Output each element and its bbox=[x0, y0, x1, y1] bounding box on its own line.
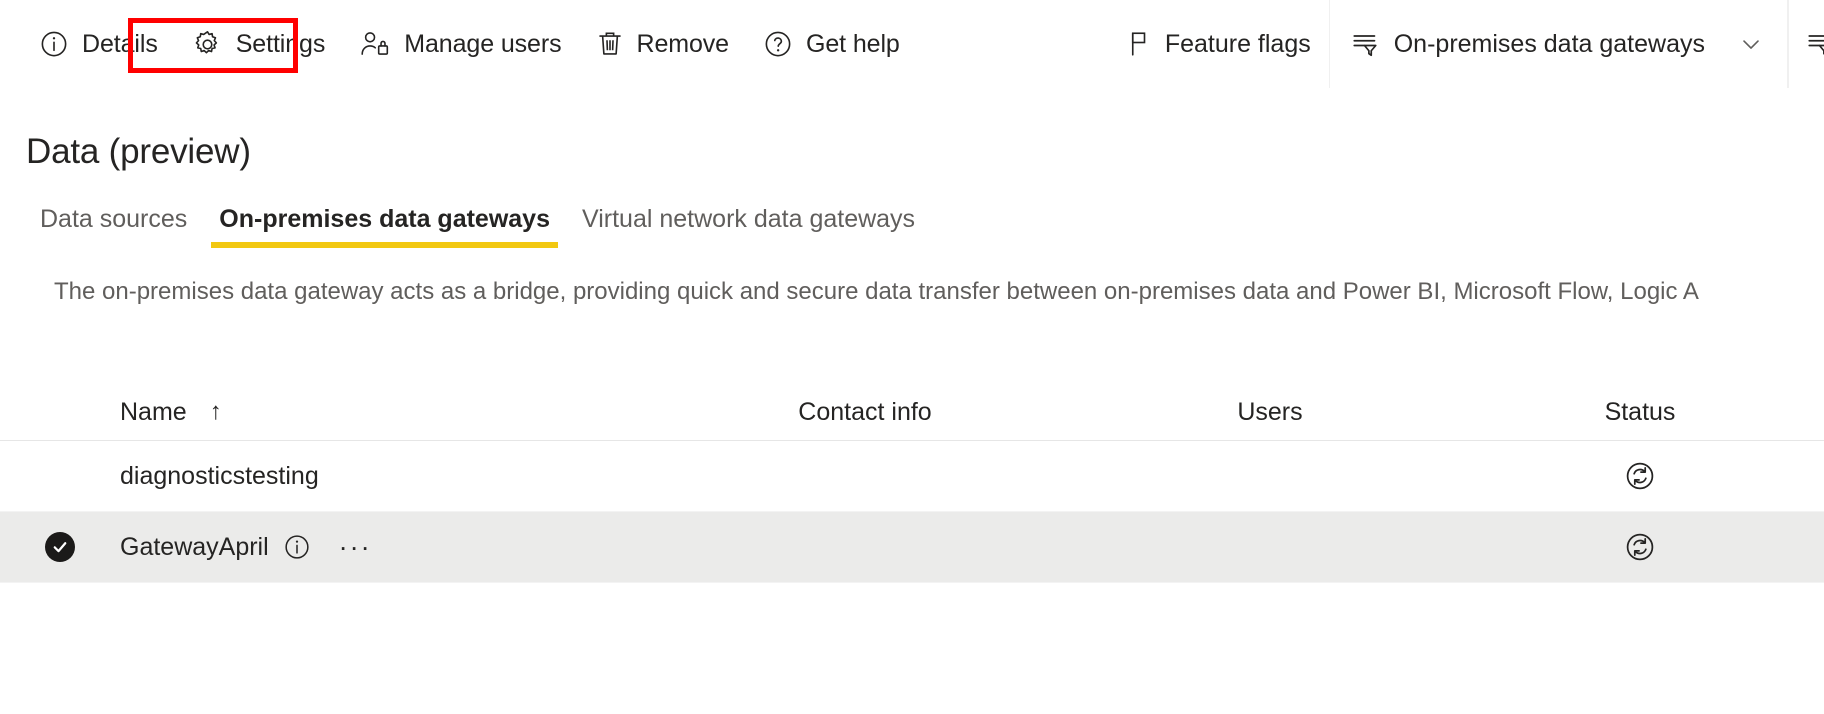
gateway-type-filter-label: On-premises data gateways bbox=[1393, 29, 1705, 58]
filter-icon bbox=[1350, 29, 1380, 59]
trash-icon bbox=[596, 29, 624, 59]
details-label: Details bbox=[82, 29, 158, 58]
row-name-cell: diagnosticstesting bbox=[120, 462, 650, 491]
info-icon bbox=[39, 29, 69, 59]
tab-on-premises-data-gateways[interactable]: On-premises data gateways bbox=[203, 205, 566, 248]
flag-icon bbox=[1126, 29, 1152, 59]
row-status-cell bbox=[1460, 531, 1820, 563]
command-bar-actions: Details Settings Manage users Remove Get… bbox=[0, 0, 917, 88]
command-bar-right: Feature flags On-premises data gateways bbox=[1108, 0, 1824, 88]
manage-users-icon bbox=[359, 29, 391, 59]
header-contact-info-cell[interactable]: Contact info bbox=[650, 398, 1080, 427]
row-overflow-menu-button[interactable]: ··· bbox=[339, 533, 372, 561]
feature-flags-label: Feature flags bbox=[1164, 29, 1311, 58]
gear-icon bbox=[192, 29, 223, 60]
row-select-cell[interactable] bbox=[0, 532, 120, 562]
table-row[interactable]: GatewayApril ··· bbox=[0, 512, 1824, 583]
question-circle-icon bbox=[763, 29, 793, 59]
tab-virtual-network-data-gateways[interactable]: Virtual network data gateways bbox=[566, 205, 931, 248]
sort-ascending-icon: ↑ bbox=[209, 398, 222, 425]
remove-button[interactable]: Remove bbox=[579, 16, 747, 72]
tab-data-sources[interactable]: Data sources bbox=[24, 205, 203, 248]
manage-users-label: Manage users bbox=[404, 29, 562, 58]
filter-icon bbox=[1805, 29, 1824, 59]
info-icon[interactable] bbox=[283, 533, 311, 561]
header-status-label: Status bbox=[1604, 397, 1676, 426]
gateway-type-filter-dropdown[interactable]: On-premises data gateways bbox=[1328, 0, 1788, 88]
table-row[interactable]: diagnosticstesting bbox=[0, 441, 1824, 512]
header-status-cell[interactable]: Status bbox=[1460, 398, 1820, 427]
row-status-cell bbox=[1460, 460, 1820, 492]
settings-label: Settings bbox=[235, 29, 326, 58]
chevron-down-icon bbox=[1737, 30, 1765, 58]
gateways-table: Name ↑ Contact info Users Status diagnos… bbox=[0, 384, 1824, 583]
gateway-name-link[interactable]: GatewayApril bbox=[120, 533, 269, 562]
gateway-name-link[interactable]: diagnosticstesting bbox=[120, 462, 319, 491]
secondary-filter-button[interactable] bbox=[1788, 0, 1824, 88]
header-name-label: Name bbox=[120, 397, 187, 426]
row-selected-checkmark-icon[interactable] bbox=[45, 532, 75, 562]
gateway-description-text: The on-premises data gateway acts as a b… bbox=[54, 278, 1699, 305]
header-name-cell[interactable]: Name ↑ bbox=[120, 398, 650, 427]
tab-on-premises-data-gateways-label: On-premises data gateways bbox=[219, 205, 550, 233]
header-users-label: Users bbox=[1237, 397, 1303, 426]
tab-virtual-network-data-gateways-label: Virtual network data gateways bbox=[582, 205, 916, 233]
row-name-cell: GatewayApril ··· bbox=[120, 533, 650, 562]
command-bar: Details Settings Manage users Remove Get… bbox=[0, 0, 1824, 88]
tab-data-sources-label: Data sources bbox=[40, 205, 188, 233]
refresh-circle-icon[interactable] bbox=[1624, 531, 1656, 563]
header-contact-info-label: Contact info bbox=[798, 397, 932, 426]
settings-button[interactable]: Settings bbox=[175, 16, 343, 72]
get-help-label: Get help bbox=[806, 29, 900, 58]
tab-bar: Data sources On-premises data gateways V… bbox=[24, 205, 1824, 248]
page-title: Data (preview) bbox=[26, 132, 251, 171]
manage-users-button[interactable]: Manage users bbox=[342, 16, 578, 72]
remove-label: Remove bbox=[636, 29, 730, 58]
table-header-row: Name ↑ Contact info Users Status bbox=[0, 384, 1824, 441]
header-users-cell[interactable]: Users bbox=[1080, 398, 1460, 427]
refresh-circle-icon[interactable] bbox=[1624, 460, 1656, 492]
feature-flags-button[interactable]: Feature flags bbox=[1108, 16, 1329, 72]
get-help-button[interactable]: Get help bbox=[746, 16, 917, 72]
details-button[interactable]: Details bbox=[22, 16, 175, 72]
